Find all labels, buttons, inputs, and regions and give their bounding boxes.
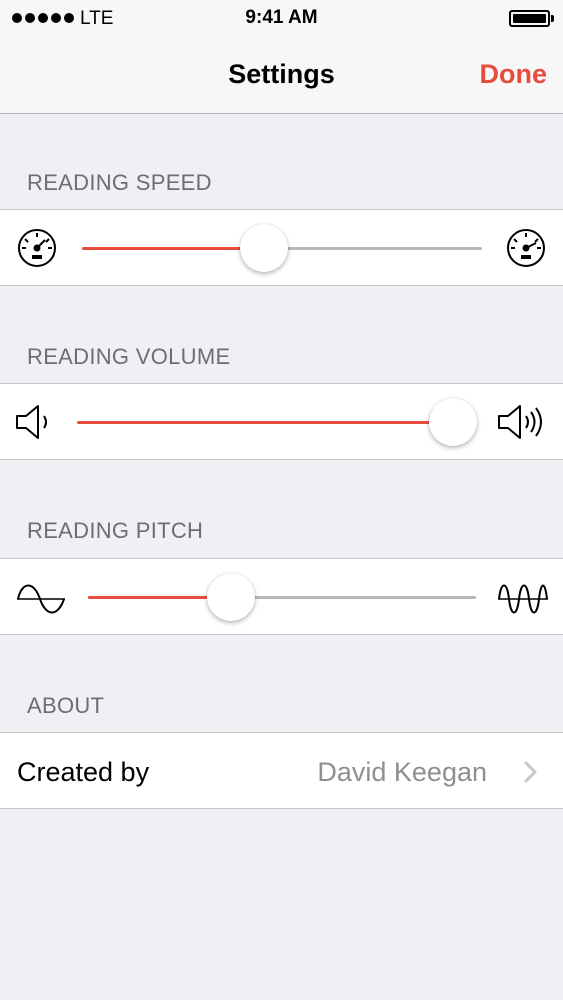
speedometer-max-icon — [503, 228, 549, 268]
navigation-bar: Settings Done — [0, 36, 563, 114]
chevron-right-icon — [523, 760, 539, 784]
pitch-slider-track[interactable] — [88, 596, 476, 599]
speaker-low-icon — [14, 402, 60, 442]
volume-slider-thumb[interactable] — [429, 398, 477, 446]
section-header-volume: READING VOLUME — [27, 344, 231, 369]
status-time: 9:41 AM — [245, 7, 318, 28]
speed-slider-row — [0, 209, 563, 286]
battery-tip — [551, 15, 554, 22]
pitch-slider-thumb[interactable] — [207, 573, 255, 621]
author-name: David Keegan — [317, 757, 487, 787]
battery-icon — [509, 10, 550, 27]
section-header-pitch: READING PITCH — [27, 518, 204, 543]
wave-low-icon — [16, 577, 66, 617]
done-button[interactable]: Done — [480, 59, 548, 90]
section-header-about: ABOUT — [27, 693, 105, 718]
section-header-speed: READING SPEED — [27, 170, 212, 195]
speaker-high-icon — [497, 402, 549, 442]
wave-high-icon — [497, 577, 549, 617]
settings-screen: LTE 9:41 AM Settings Done READING SPEED — [0, 0, 563, 1000]
created-by-row[interactable]: Created by David Keegan — [0, 732, 563, 809]
volume-slider-track[interactable] — [77, 421, 477, 424]
volume-slider-row — [0, 383, 563, 460]
pitch-slider-row — [0, 558, 563, 635]
created-by-label: Created by — [17, 757, 150, 787]
volume-slider-fill — [77, 421, 453, 424]
speed-slider-thumb[interactable] — [240, 224, 289, 272]
speedometer-icon — [14, 228, 60, 268]
speed-slider-fill — [82, 247, 265, 250]
status-bar: LTE 9:41 AM — [0, 0, 563, 36]
